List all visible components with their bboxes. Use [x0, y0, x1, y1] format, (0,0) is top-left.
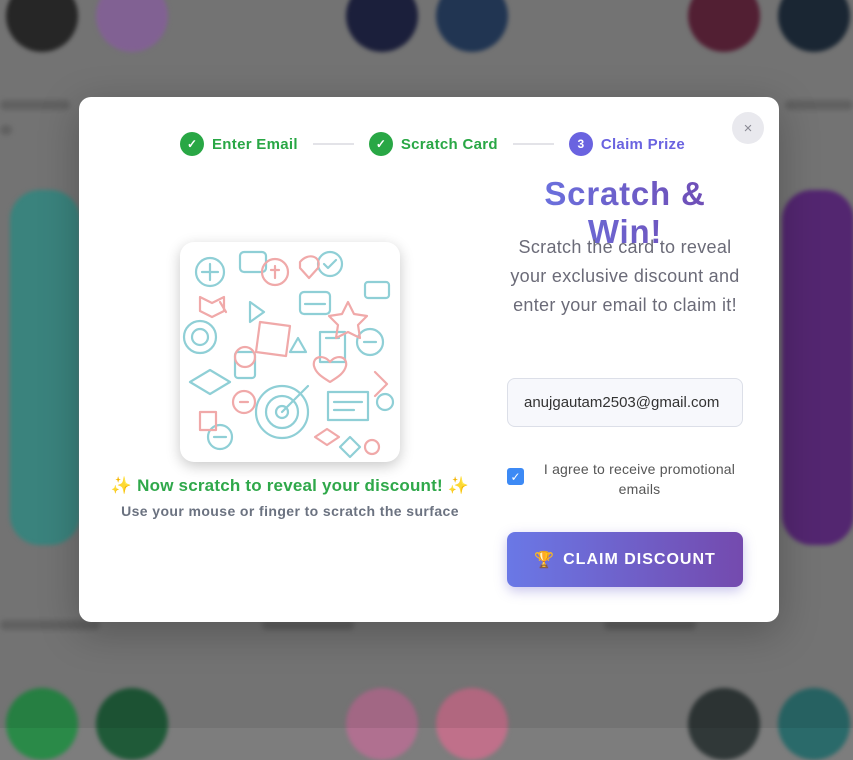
progress-steps: ✓ Enter Email ✓ Scratch Card 3 Claim Pri…: [180, 132, 685, 156]
trophy-icon: 🏆: [534, 551, 556, 569]
sparkle-icon: ✨: [110, 476, 133, 495]
email-field[interactable]: [507, 378, 743, 427]
step-enter-email: ✓ Enter Email: [180, 132, 298, 156]
agree-checkbox[interactable]: ✓: [507, 468, 524, 485]
check-icon: ✓: [368, 132, 393, 156]
claim-button-label: CLAIM DISCOUNT: [563, 550, 716, 568]
check-icon: ✓: [180, 132, 204, 156]
agree-label[interactable]: I agree to receive promotional emails: [537, 459, 742, 499]
step-label: Enter Email: [212, 135, 298, 153]
scratch-modal: × ✓ Enter Email ✓ Scratch Card 3 Claim P…: [79, 97, 779, 622]
step-label: Claim Prize: [600, 135, 685, 153]
close-button[interactable]: ×: [732, 112, 764, 144]
agree-row: ✓ I agree to receive promotional emails: [507, 459, 747, 499]
scratch-pattern: [182, 250, 395, 459]
sparkle-icon: ✨: [447, 476, 470, 495]
scratch-subtitle: Use your mouse or finger to scratch the …: [121, 503, 459, 519]
scratch-card[interactable]: [180, 242, 400, 462]
scratch-title: Now scratch to reveal your discount!: [137, 476, 443, 495]
claim-discount-button[interactable]: 🏆 CLAIM DISCOUNT: [507, 532, 743, 587]
close-icon: ×: [743, 119, 753, 137]
step-scratch-card: ✓ Scratch Card: [368, 132, 498, 156]
step-connector: [312, 143, 354, 145]
modal-description: Scratch the card to reveal your exclusiv…: [510, 237, 740, 315]
step-label: Scratch Card: [400, 135, 498, 153]
step-number: 3: [568, 132, 593, 156]
step-connector: [512, 143, 554, 145]
step-claim-prize: 3 Claim Prize: [568, 132, 685, 156]
scratch-instruction: ✨ Now scratch to reveal your discount! ✨: [79, 476, 501, 496]
